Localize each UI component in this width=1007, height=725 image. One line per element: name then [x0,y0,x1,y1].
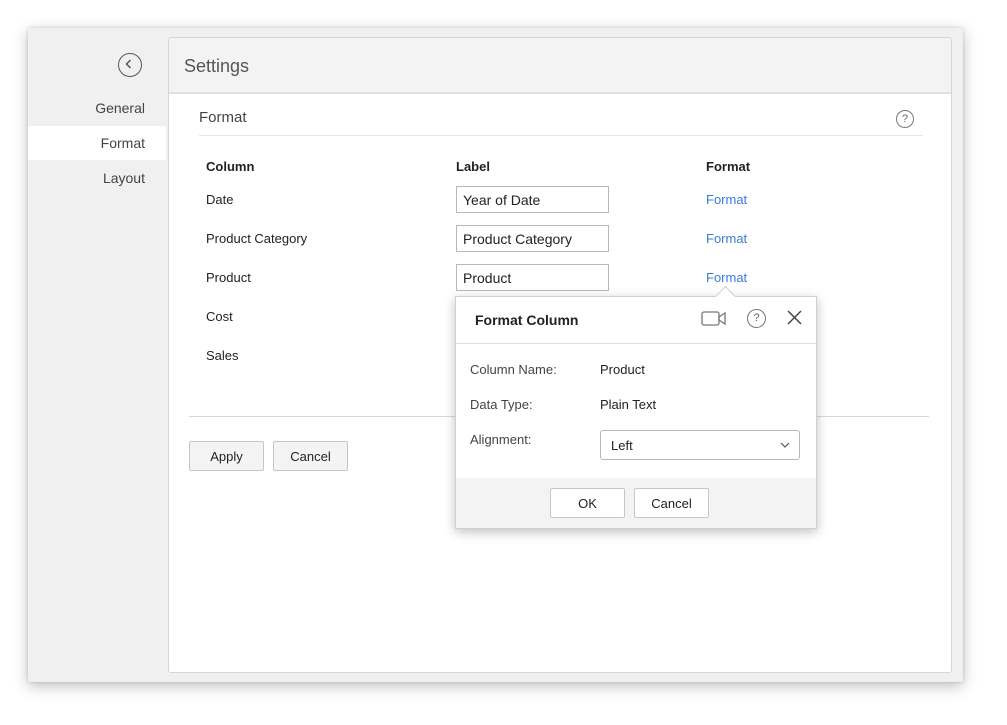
help-icon[interactable]: ? [896,110,914,128]
alignment-label: Alignment: [470,432,532,447]
format-link-product[interactable]: Format [706,270,747,285]
row-column-name: Sales [206,348,239,363]
row-column-name: Cost [206,309,233,324]
data-type-value: Plain Text [600,397,657,412]
sidebar: General Format Layout [28,28,166,682]
section-divider [199,135,923,136]
dialog-footer: OK Cancel [456,478,816,528]
column-name-value: Product [600,362,645,377]
apply-button[interactable]: Apply [189,441,264,471]
dialog-cancel-button[interactable]: Cancel [634,488,709,518]
label-input-product-category[interactable] [456,225,609,252]
label-header: Label [456,159,490,174]
dialog-divider [456,343,816,344]
data-type-label: Data Type: [470,397,533,412]
section-title: Format [199,109,247,126]
panel-header [169,38,951,94]
row-column-name: Product [206,270,251,285]
alignment-selected-value: Left [611,438,633,453]
alignment-select[interactable]: Left [600,430,800,460]
format-header: Format [706,159,751,174]
video-icon[interactable] [701,310,727,333]
row-column-name: Product Category [206,231,308,246]
sidebar-item-layout[interactable]: Layout [28,161,166,195]
close-icon[interactable] [786,309,803,331]
label-input-date[interactable] [456,186,609,213]
dialog-title: Format Column [475,312,579,328]
format-link-product-category[interactable]: Format [706,231,747,246]
cancel-button[interactable]: Cancel [273,441,348,471]
sidebar-item-general[interactable]: General [28,91,166,125]
chevron-left-circle-icon [125,59,132,69]
dialog-help-icon[interactable]: ? [747,309,766,328]
ok-button[interactable]: OK [550,488,625,518]
format-link-date[interactable]: Format [706,192,747,207]
sidebar-item-format[interactable]: Format [28,126,166,160]
back-button[interactable] [118,53,142,77]
column-header: Column [206,159,255,174]
format-column-dialog: Format Column ? Column Name: Product Dat… [455,285,817,529]
chevron-down-icon [780,442,790,448]
column-name-label: Column Name: [470,362,557,377]
row-column-name: Date [206,192,234,207]
page-title: Settings [184,56,250,76]
label-input-product[interactable] [456,264,609,291]
